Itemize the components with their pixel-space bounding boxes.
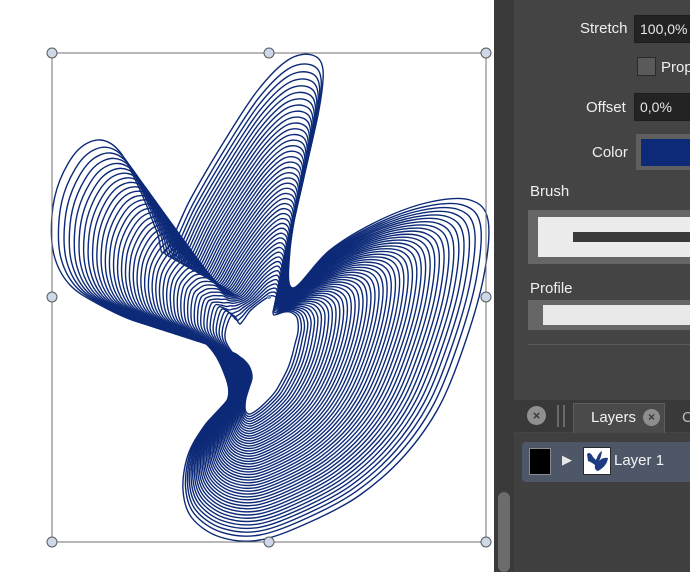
- canvas-vertical-scrollbar[interactable]: [494, 0, 514, 572]
- handle-middle-right[interactable]: [480, 291, 492, 303]
- offset-label: Offset: [586, 99, 626, 116]
- handle-bottom-right[interactable]: [480, 536, 492, 548]
- close-icon[interactable]: ×: [527, 406, 546, 425]
- profile-preview[interactable]: [543, 305, 690, 325]
- drawing-canvas[interactable]: [0, 0, 494, 572]
- handle-bottom-left[interactable]: [46, 536, 58, 548]
- layer-visibility-icon[interactable]: [529, 448, 551, 475]
- brush-label: Brush: [530, 183, 570, 200]
- offset-input[interactable]: 0,0%: [634, 93, 690, 121]
- profile-label: Profile: [530, 280, 573, 297]
- tab-next-label[interactable]: C: [682, 409, 690, 427]
- handle-top-center[interactable]: [263, 47, 275, 59]
- layer-thumbnail-art: [587, 451, 608, 471]
- rotation-center[interactable]: [267, 295, 271, 299]
- stretch-label: Stretch: [580, 20, 628, 37]
- layer-name: Layer 1: [614, 452, 665, 469]
- drag-grip-icon[interactable]: [557, 405, 565, 427]
- layer-thumbnail: [583, 447, 611, 475]
- proportional-checkbox[interactable]: [637, 57, 656, 76]
- handle-top-left[interactable]: [46, 47, 58, 59]
- selection-bounding-box: [46, 47, 492, 548]
- panel-divider: [528, 344, 690, 345]
- handle-middle-left[interactable]: [46, 291, 58, 303]
- tab-layers-label: Layers: [591, 409, 637, 426]
- color-swatch[interactable]: [641, 139, 690, 166]
- handle-top-right[interactable]: [480, 47, 492, 59]
- triangle-right-icon[interactable]: ▶: [562, 451, 572, 469]
- stretch-input[interactable]: 100,0%: [634, 15, 690, 43]
- handle-bottom-center[interactable]: [263, 536, 275, 548]
- brush-stroke-preview: [573, 232, 690, 242]
- close-tab-icon[interactable]: ×: [643, 409, 660, 426]
- scrollbar-thumb[interactable]: [498, 492, 510, 572]
- color-label: Color: [592, 144, 628, 161]
- proportional-label: Prop: [661, 59, 690, 76]
